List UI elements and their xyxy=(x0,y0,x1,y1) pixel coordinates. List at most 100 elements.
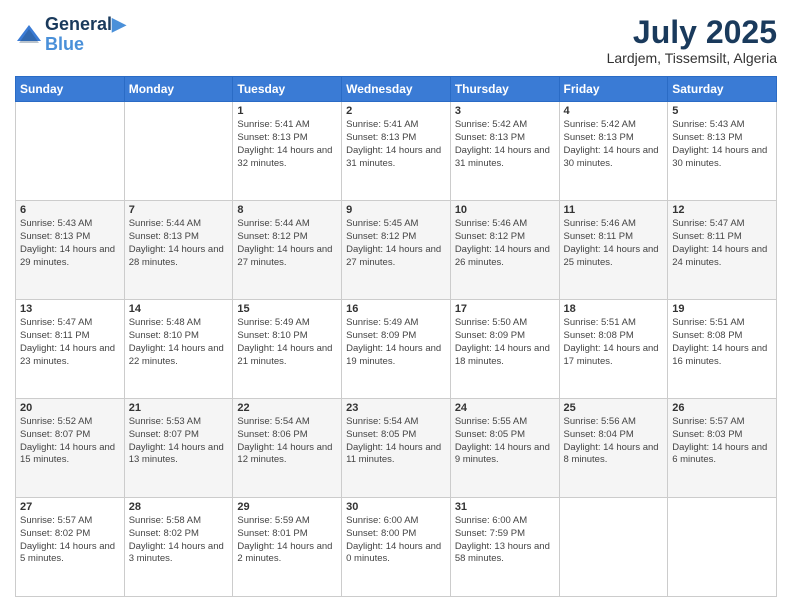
cell-3-0: 20 Sunrise: 5:52 AM Sunset: 8:07 PM Dayli… xyxy=(16,399,125,498)
cell-info: Sunrise: 5:55 AM Sunset: 8:05 PM Dayligh… xyxy=(455,416,555,467)
cell-0-1 xyxy=(124,102,233,201)
day-number: 13 xyxy=(20,303,120,315)
cell-info: Sunrise: 5:42 AM Sunset: 8:13 PM Dayligh… xyxy=(455,119,555,170)
cell-3-5: 25 Sunrise: 5:56 AM Sunset: 8:04 PM Dayli… xyxy=(559,399,668,498)
cell-4-3: 30Sunrise: 6:00 AM Sunset: 8:00 PM Dayli… xyxy=(342,498,451,597)
day-number: 12 xyxy=(672,204,772,216)
col-thursday: Thursday xyxy=(450,77,559,102)
cell-4-0: 27Sunrise: 5:57 AM Sunset: 8:02 PM Dayli… xyxy=(16,498,125,597)
cell-0-5: 4Sunrise: 5:42 AM Sunset: 8:13 PM Daylig… xyxy=(559,102,668,201)
cell-info: Sunrise: 6:00 AM Sunset: 8:00 PM Dayligh… xyxy=(346,515,446,566)
day-number: 31 xyxy=(455,501,555,513)
cell-info: Sunrise: 5:51 AM Sunset: 8:08 PM Dayligh… xyxy=(564,317,664,368)
week-row-1: 1 Sunrise: 5:41 AM Sunset: 8:13 PM Daylig… xyxy=(16,102,777,201)
cell-2-3: 16 Sunrise: 5:49 AM Sunset: 8:09 PM Dayli… xyxy=(342,300,451,399)
col-saturday: Saturday xyxy=(668,77,777,102)
cell-info: Sunrise: 5:59 AM Sunset: 8:01 PM Dayligh… xyxy=(237,515,337,566)
day-number: 27 xyxy=(20,501,120,513)
cell-info: Sunrise: 5:47 AM Sunset: 8:11 PM Dayligh… xyxy=(20,317,120,368)
cell-info: Sunrise: 5:47 AM Sunset: 8:11 PM Dayligh… xyxy=(672,218,772,269)
day-number: 26 xyxy=(672,402,772,414)
cell-1-2: 8 Sunrise: 5:44 AM Sunset: 8:12 PM Daylig… xyxy=(233,201,342,300)
cell-1-0: 6 Sunrise: 5:43 AM Sunset: 8:13 PM Daylig… xyxy=(16,201,125,300)
cell-info: Sunrise: 5:57 AM Sunset: 8:03 PM Dayligh… xyxy=(672,416,772,467)
cell-info: Sunrise: 5:46 AM Sunset: 8:11 PM Dayligh… xyxy=(564,218,664,269)
day-number: 3 xyxy=(455,105,555,117)
cell-2-5: 18 Sunrise: 5:51 AM Sunset: 8:08 PM Dayli… xyxy=(559,300,668,399)
day-number: 29 xyxy=(237,501,337,513)
cell-info: Sunrise: 5:44 AM Sunset: 8:13 PM Dayligh… xyxy=(129,218,229,269)
calendar-table: Sunday Monday Tuesday Wednesday Thursday… xyxy=(15,76,777,597)
cell-2-0: 13 Sunrise: 5:47 AM Sunset: 8:11 PM Dayli… xyxy=(16,300,125,399)
cell-info: Sunrise: 5:41 AM Sunset: 8:13 PM Dayligh… xyxy=(346,119,446,170)
cell-0-0 xyxy=(16,102,125,201)
day-number: 2 xyxy=(346,105,446,117)
cell-info: Sunrise: 5:44 AM Sunset: 8:12 PM Dayligh… xyxy=(237,218,337,269)
day-number: 22 xyxy=(237,402,337,414)
day-number: 9 xyxy=(346,204,446,216)
logo-text: General▶ Blue xyxy=(45,15,126,55)
week-row-2: 6 Sunrise: 5:43 AM Sunset: 8:13 PM Daylig… xyxy=(16,201,777,300)
cell-0-3: 2 Sunrise: 5:41 AM Sunset: 8:13 PM Daylig… xyxy=(342,102,451,201)
week-row-5: 27Sunrise: 5:57 AM Sunset: 8:02 PM Dayli… xyxy=(16,498,777,597)
day-number: 20 xyxy=(20,402,120,414)
header: General▶ Blue July 2025 Lardjem, Tissems… xyxy=(15,15,777,66)
day-number: 16 xyxy=(346,303,446,315)
cell-info: Sunrise: 5:51 AM Sunset: 8:08 PM Dayligh… xyxy=(672,317,772,368)
cell-info: Sunrise: 6:00 AM Sunset: 7:59 PM Dayligh… xyxy=(455,515,555,566)
day-number: 8 xyxy=(237,204,337,216)
month-year: July 2025 xyxy=(607,15,777,50)
col-wednesday: Wednesday xyxy=(342,77,451,102)
cell-info: Sunrise: 5:45 AM Sunset: 8:12 PM Dayligh… xyxy=(346,218,446,269)
week-row-3: 13 Sunrise: 5:47 AM Sunset: 8:11 PM Dayli… xyxy=(16,300,777,399)
cell-4-5 xyxy=(559,498,668,597)
cell-info: Sunrise: 5:56 AM Sunset: 8:04 PM Dayligh… xyxy=(564,416,664,467)
cell-1-1: 7 Sunrise: 5:44 AM Sunset: 8:13 PM Daylig… xyxy=(124,201,233,300)
cell-info: Sunrise: 5:58 AM Sunset: 8:02 PM Dayligh… xyxy=(129,515,229,566)
cell-0-2: 1Sunrise: 5:41 AM Sunset: 8:13 PM Daylig… xyxy=(233,102,342,201)
cell-info: Sunrise: 5:43 AM Sunset: 8:13 PM Dayligh… xyxy=(672,119,772,170)
cell-info: Sunrise: 5:49 AM Sunset: 8:09 PM Dayligh… xyxy=(346,317,446,368)
day-number: 5 xyxy=(672,105,772,117)
cell-3-1: 21Sunrise: 5:53 AM Sunset: 8:07 PM Dayli… xyxy=(124,399,233,498)
col-monday: Monday xyxy=(124,77,233,102)
day-number: 28 xyxy=(129,501,229,513)
cell-4-4: 31 Sunrise: 6:00 AM Sunset: 7:59 PM Dayli… xyxy=(450,498,559,597)
cell-4-2: 29 Sunrise: 5:59 AM Sunset: 8:01 PM Dayli… xyxy=(233,498,342,597)
day-number: 6 xyxy=(20,204,120,216)
cell-2-4: 17 Sunrise: 5:50 AM Sunset: 8:09 PM Dayli… xyxy=(450,300,559,399)
cell-info: Sunrise: 5:46 AM Sunset: 8:12 PM Dayligh… xyxy=(455,218,555,269)
page: General▶ Blue July 2025 Lardjem, Tissems… xyxy=(0,0,792,612)
day-number: 21 xyxy=(129,402,229,414)
day-number: 18 xyxy=(564,303,664,315)
location: Lardjem, Tissemsilt, Algeria xyxy=(607,50,777,66)
day-number: 14 xyxy=(129,303,229,315)
cell-4-6 xyxy=(668,498,777,597)
cell-1-4: 10 Sunrise: 5:46 AM Sunset: 8:12 PM Dayli… xyxy=(450,201,559,300)
cell-3-4: 24 Sunrise: 5:55 AM Sunset: 8:05 PM Dayli… xyxy=(450,399,559,498)
col-friday: Friday xyxy=(559,77,668,102)
cell-info: Sunrise: 5:50 AM Sunset: 8:09 PM Dayligh… xyxy=(455,317,555,368)
cell-info: Sunrise: 5:48 AM Sunset: 8:10 PM Dayligh… xyxy=(129,317,229,368)
day-number: 1 xyxy=(237,105,337,117)
col-sunday: Sunday xyxy=(16,77,125,102)
cell-3-3: 23Sunrise: 5:54 AM Sunset: 8:05 PM Dayli… xyxy=(342,399,451,498)
day-number: 25 xyxy=(564,402,664,414)
day-number: 7 xyxy=(129,204,229,216)
day-number: 17 xyxy=(455,303,555,315)
day-number: 11 xyxy=(564,204,664,216)
day-number: 10 xyxy=(455,204,555,216)
cell-info: Sunrise: 5:43 AM Sunset: 8:13 PM Dayligh… xyxy=(20,218,120,269)
logo-icon xyxy=(15,21,43,49)
day-number: 24 xyxy=(455,402,555,414)
cell-3-6: 26 Sunrise: 5:57 AM Sunset: 8:03 PM Dayli… xyxy=(668,399,777,498)
day-number: 15 xyxy=(237,303,337,315)
cell-info: Sunrise: 5:52 AM Sunset: 8:07 PM Dayligh… xyxy=(20,416,120,467)
cell-info: Sunrise: 5:54 AM Sunset: 8:05 PM Dayligh… xyxy=(346,416,446,467)
cell-info: Sunrise: 5:54 AM Sunset: 8:06 PM Dayligh… xyxy=(237,416,337,467)
week-row-4: 20 Sunrise: 5:52 AM Sunset: 8:07 PM Dayli… xyxy=(16,399,777,498)
cell-3-2: 22 Sunrise: 5:54 AM Sunset: 8:06 PM Dayli… xyxy=(233,399,342,498)
cell-0-4: 3 Sunrise: 5:42 AM Sunset: 8:13 PM Daylig… xyxy=(450,102,559,201)
cell-info: Sunrise: 5:49 AM Sunset: 8:10 PM Dayligh… xyxy=(237,317,337,368)
cell-info: Sunrise: 5:42 AM Sunset: 8:13 PM Dayligh… xyxy=(564,119,664,170)
